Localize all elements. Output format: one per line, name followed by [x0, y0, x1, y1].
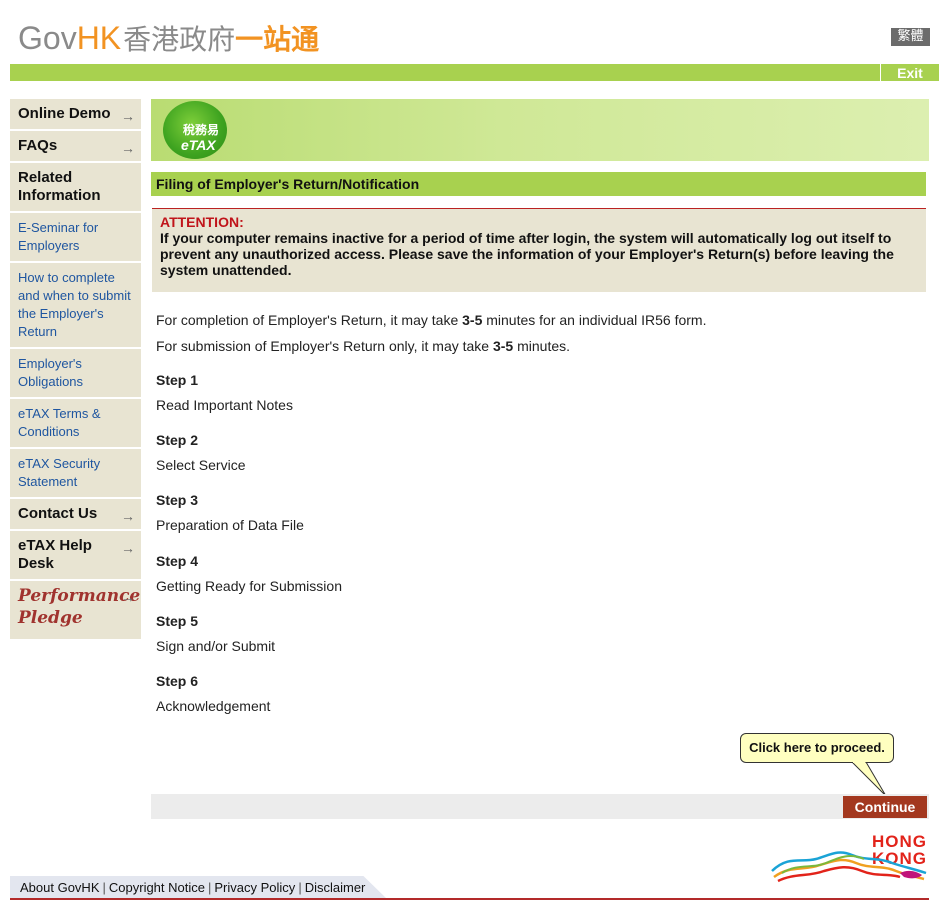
step-2-desc: Select Service [156, 457, 246, 473]
arrow-right-icon: → [121, 140, 135, 156]
step-5-desc: Sign and/or Submit [156, 638, 276, 654]
attention-body: If your computer remains inactive for a … [160, 230, 894, 278]
footer-link-disclaimer[interactable]: Disclaimer [305, 880, 366, 895]
logo-gov-text: Gov [18, 20, 77, 56]
arrow-right-icon: → [121, 108, 135, 124]
arrow-right-icon: → [121, 540, 135, 556]
sidebar: Online Demo → FAQs → Related Information… [10, 99, 141, 639]
sidebar-item-help-desk[interactable]: eTAX Help Desk → [10, 531, 141, 581]
continue-button[interactable]: Continue [843, 796, 927, 818]
logo-hk-text: HK [76, 20, 122, 56]
sidebar-item-performance-pledge[interactable]: Performance Pledge → [10, 581, 141, 639]
govhk-logo[interactable]: Gov HK 香港政府 一站通 [18, 18, 319, 58]
etax-banner: 稅務易 eTAX [151, 99, 929, 161]
logo-zh-grey: 香港政府 [123, 23, 236, 56]
sidebar-item-online-demo[interactable]: Online Demo → [10, 99, 141, 131]
intro-line-2-post: minutes. [513, 338, 571, 354]
brand-hong-kong-dragon-icon [771, 851, 927, 883]
performance-pledge-line1: Performance [18, 586, 141, 606]
arrow-right-icon: → [121, 508, 135, 524]
sidebar-heading-label: Related Information [18, 169, 101, 204]
step-1-heading: Step 1 [156, 372, 199, 388]
attention-box: ATTENTION: If your computer remains inac… [152, 208, 926, 292]
intro-line-1-pre: For completion of Employer's Return, it … [156, 312, 463, 328]
sidebar-item-label: Online Demo [18, 105, 111, 122]
logo-zh-orange: 一站通 [235, 23, 320, 56]
step-6-desc: Acknowledgement [156, 698, 271, 714]
intro-line-1-bold: 3-5 [462, 312, 483, 328]
intro-line-1-post: minutes for an individual IR56 form. [482, 312, 707, 328]
footer-divider [10, 898, 929, 900]
sidebar-item-label: Contact Us [18, 505, 98, 522]
sidebar-item-label: eTAX Help Desk [18, 537, 92, 572]
sidebar-item-contact-us[interactable]: Contact Us → [10, 499, 141, 531]
intro-line-2: For submission of Employer's Return only… [156, 337, 570, 355]
etax-logo: 稅務易 eTAX [163, 101, 227, 159]
etax-logo-en: eTAX [181, 137, 216, 153]
footer-separator: | [102, 880, 106, 895]
footer-links: About GovHK | Copyright Notice | Privacy Pol… [20, 880, 365, 896]
sidebar-link-employers-obligations[interactable]: Employer's Obligations [10, 349, 141, 399]
sidebar-item-label: FAQs [18, 137, 58, 154]
footer-link-about-govhk[interactable]: About GovHK [20, 880, 100, 895]
page-title: Filing of Employer's Return/Notification [151, 172, 926, 196]
step-2-heading: Step 2 [156, 432, 199, 448]
language-toggle-button[interactable]: 繁體 [891, 28, 930, 46]
callout-tail [851, 762, 887, 797]
intro-line-2-bold: 3-5 [492, 338, 514, 354]
footer-link-copyright-notice[interactable]: Copyright Notice [109, 880, 205, 895]
sidebar-link-e-seminar[interactable]: E-Seminar for Employers [10, 213, 141, 263]
step-6-heading: Step 6 [156, 673, 199, 689]
step-4-desc: Getting Ready for Submission [156, 578, 342, 594]
footer-separator: | [298, 880, 302, 895]
proceed-callout: Click here to proceed. [740, 733, 894, 763]
etax-logo-zh: 稅務易 [183, 123, 220, 137]
step-5-heading: Step 5 [156, 613, 199, 629]
sidebar-item-faqs[interactable]: FAQs → [10, 131, 141, 163]
action-bar [151, 794, 929, 819]
performance-pledge-line2: Pledge [18, 608, 83, 628]
sidebar-link-terms-conditions[interactable]: eTAX Terms & Conditions [10, 399, 141, 449]
intro-line-1: For completion of Employer's Return, it … [156, 311, 706, 329]
attention-title: ATTENTION: [160, 214, 244, 230]
footer-link-privacy-policy[interactable]: Privacy Policy [214, 880, 295, 895]
top-green-bar [10, 64, 880, 81]
step-4-heading: Step 4 [156, 553, 199, 569]
step-3-heading: Step 3 [156, 492, 199, 508]
sidebar-link-how-to-complete[interactable]: How to complete and when to submit the E… [10, 263, 141, 349]
exit-button[interactable]: Exit [881, 64, 939, 81]
sidebar-heading-related-information: Related Information [10, 163, 141, 213]
step-1-desc: Read Important Notes [156, 397, 293, 413]
arrow-right-icon: → [121, 589, 135, 605]
step-3-desc: Preparation of Data File [156, 517, 304, 533]
intro-line-2-pre: For submission of Employer's Return only… [156, 338, 493, 354]
footer-separator: | [208, 880, 212, 895]
sidebar-link-security-statement[interactable]: eTAX Security Statement [10, 449, 141, 499]
